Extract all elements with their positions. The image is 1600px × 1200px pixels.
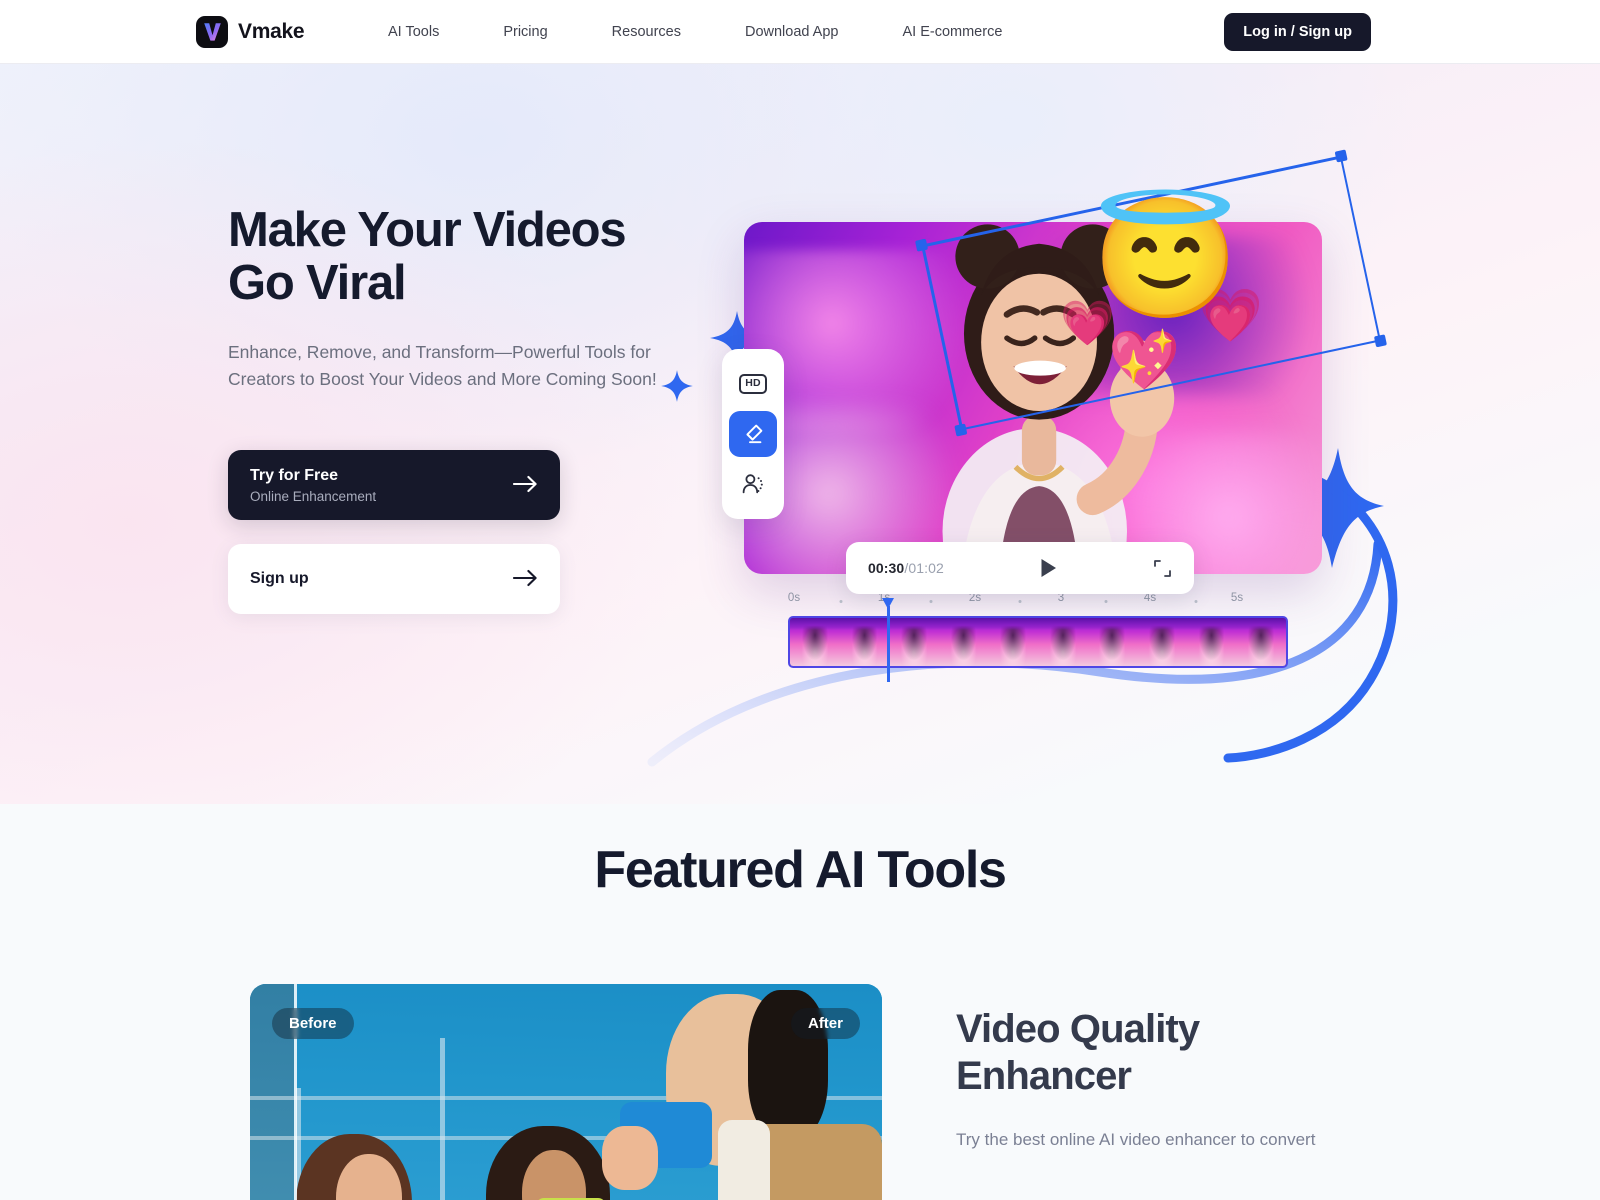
person-hand: [602, 1126, 658, 1190]
hero-title-line-1: Make Your Videos: [228, 203, 627, 257]
timeline-frame: [1037, 618, 1088, 666]
sparkling-heart-emoji[interactable]: 💖: [1108, 332, 1180, 390]
current-time: 00:30: [868, 560, 905, 576]
timeline-tick: 0s: [787, 592, 801, 604]
tool-description: Try the best online AI video enhancer to…: [956, 1130, 1316, 1150]
hd-icon: HD: [739, 374, 767, 394]
main-navigation: AI Tools Pricing Resources Download App …: [388, 0, 1002, 64]
nav-item-resources[interactable]: Resources: [612, 24, 681, 40]
featured-tool-row: Before After Video Quality Enhancer Try …: [0, 984, 1600, 1200]
hero-copy: Make Your Videos Go Viral Enhance, Remov…: [228, 203, 688, 615]
nav-item-pricing[interactable]: Pricing: [503, 24, 547, 40]
vmake-v-logo-icon: [196, 15, 228, 48]
bbox-handle[interactable]: [1334, 149, 1348, 163]
tool-heading-line-1: Video Quality: [956, 1007, 1200, 1051]
featured-ai-tools-section: Featured AI Tools Before After Video Qua…: [0, 804, 1600, 1200]
hero-title-line-2: Go Viral: [228, 256, 407, 311]
editor-toolbar: HD: [722, 349, 784, 519]
bbox-edge: [1339, 155, 1382, 342]
tool-heading: Video Quality Enhancer: [956, 1006, 1516, 1100]
railing: [250, 1136, 294, 1140]
fullscreen-button[interactable]: [1153, 559, 1172, 578]
timeline-frame: [1236, 618, 1286, 666]
login-signup-button[interactable]: Log in / Sign up: [1224, 12, 1371, 51]
timeline-frame: [839, 618, 890, 666]
timeline-ruler: 0s 1s 2s 3 4s 5s: [788, 592, 1288, 612]
timeline-filmstrip[interactable]: [788, 616, 1288, 668]
timeline-subtick: [839, 600, 843, 603]
playhead-line: [887, 606, 890, 682]
fullscreen-icon: [1154, 559, 1171, 577]
sign-up-label: Sign up: [250, 570, 309, 588]
eraser-icon: [746, 424, 763, 444]
hero-section: Make Your Videos Go Viral Enhance, Remov…: [0, 64, 1600, 804]
hero-subtitle: Enhance, Remove, and Transform—Powerful …: [228, 341, 657, 390]
timeline-frame: [889, 618, 939, 666]
timeline-subtick: [1194, 600, 1198, 603]
try-for-free-label: Try for Free: [250, 467, 339, 485]
page-root: Vmake AI Tools Pricing Resources Downloa…: [0, 0, 1600, 1200]
hero-cta-group: Try for Free Online Enhancement Sign up: [228, 450, 688, 615]
sparkle-star-icon: [661, 370, 693, 402]
timeline-tick: 5s: [1230, 592, 1244, 604]
section-title: Featured AI Tools: [594, 841, 1007, 899]
total-time: 01:02: [908, 560, 944, 576]
play-button[interactable]: [1035, 555, 1061, 581]
brand-name: Vmake: [238, 19, 305, 43]
timeline-frame: [1137, 618, 1187, 666]
bbox-handle[interactable]: [1373, 334, 1387, 348]
featured-tool-text: Video Quality Enhancer Try the best onli…: [956, 1006, 1516, 1154]
playback-time: 00:30/01:02: [868, 560, 944, 576]
hd-tool-button[interactable]: HD: [730, 363, 776, 405]
try-for-free-button[interactable]: Try for Free Online Enhancement: [228, 450, 560, 521]
hero-editor-mockup: 💗 💗 😇 💖 HD 00:30/01:02 0s 1s 2s 3 4s 5s: [640, 94, 1440, 774]
portrait-tool-button[interactable]: [730, 463, 776, 505]
before-after-comparison[interactable]: Before After: [250, 984, 882, 1200]
nav-item-download-app[interactable]: Download App: [745, 24, 839, 40]
arrow-right-icon: [512, 475, 538, 496]
timeline-subtick: [1104, 600, 1108, 603]
brand-logo[interactable]: Vmake: [196, 15, 305, 48]
nav-item-ai-ecommerce[interactable]: AI E-commerce: [902, 24, 1002, 40]
site-header: Vmake AI Tools Pricing Resources Downloa…: [0, 0, 1600, 64]
timeline-frame: [790, 618, 840, 666]
railing: [250, 1096, 294, 1100]
timeline-frame: [988, 618, 1038, 666]
video-player-controls: 00:30/01:02: [846, 542, 1194, 594]
video-timeline[interactable]: 0s 1s 2s 3 4s 5s: [788, 592, 1288, 668]
nav-item-ai-tools[interactable]: AI Tools: [388, 24, 439, 40]
hero-title: Make Your Videos Go Viral: [228, 203, 688, 311]
tool-heading-line-2: Enhancer: [956, 1054, 1132, 1099]
try-for-free-sublabel: Online Enhancement: [250, 489, 377, 505]
try-for-free-text: Try for Free Online Enhancement: [250, 466, 376, 504]
before-badge: Before: [272, 1008, 354, 1039]
timeline-frame: [1186, 618, 1237, 666]
eraser-tool-button[interactable]: [729, 411, 777, 457]
person-shirt: [718, 1120, 770, 1200]
after-badge: After: [790, 1008, 860, 1039]
angel-face-emoji[interactable]: 😇: [1092, 200, 1239, 318]
timeline-subtick: [1018, 600, 1022, 603]
arrow-right-icon: [512, 569, 538, 590]
pole: [440, 1038, 445, 1200]
portrait-person-icon: [742, 474, 763, 494]
timeline-subtick: [929, 600, 933, 603]
play-icon: [1041, 559, 1056, 577]
sign-up-button[interactable]: Sign up: [228, 544, 560, 615]
timeline-frame: [938, 618, 989, 666]
timeline-frame: [1087, 618, 1138, 666]
